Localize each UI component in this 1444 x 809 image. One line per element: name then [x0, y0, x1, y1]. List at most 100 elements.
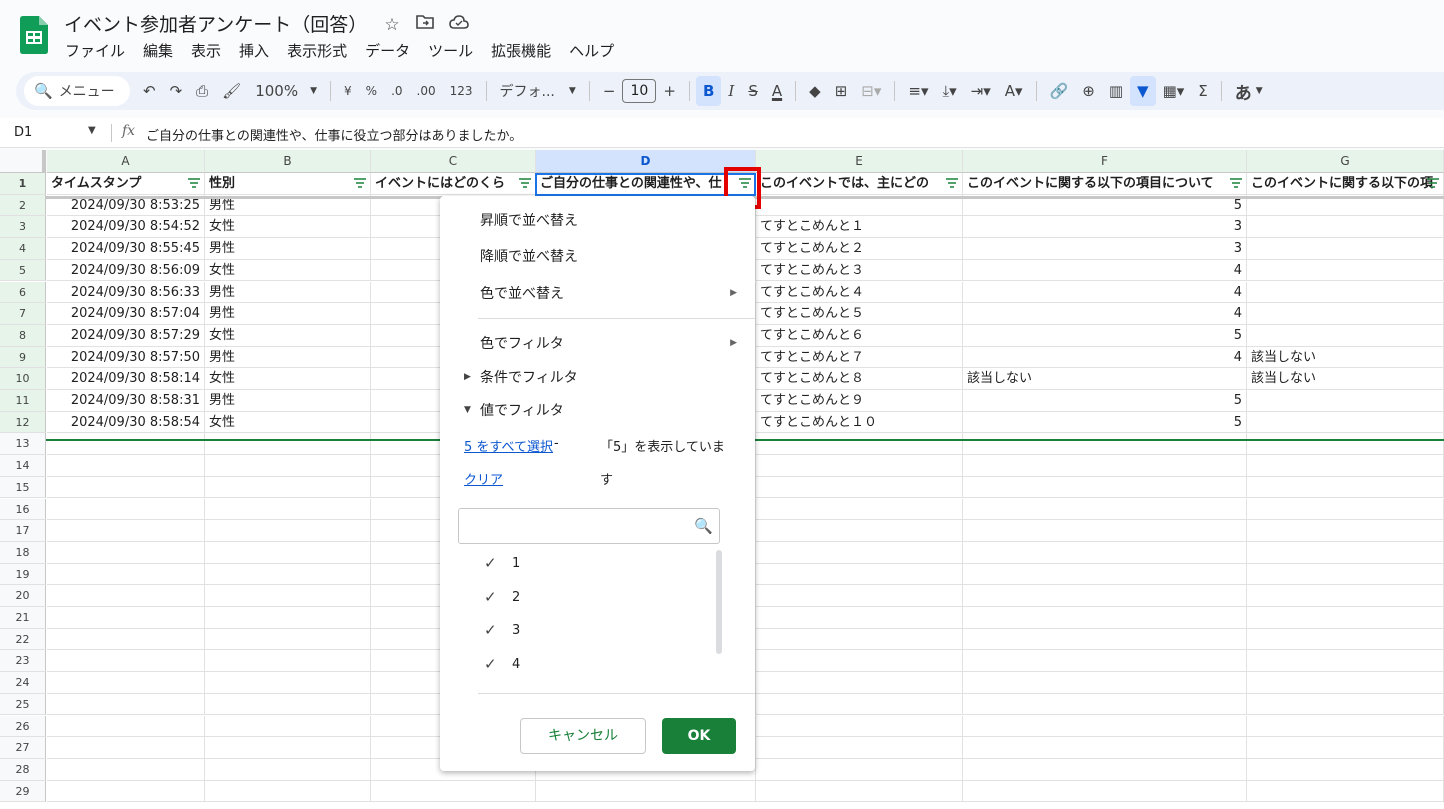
- text-color-button[interactable]: A: [765, 76, 789, 106]
- empty-cell[interactable]: [47, 672, 205, 694]
- menu-tools[interactable]: ツール: [419, 40, 482, 64]
- empty-cell[interactable]: [1247, 498, 1444, 521]
- empty-cell[interactable]: [205, 498, 371, 521]
- empty-cell[interactable]: [47, 628, 205, 651]
- empty-cell[interactable]: [756, 715, 963, 738]
- search-menus-button[interactable]: 🔍 メニュー: [24, 76, 130, 106]
- empty-cell[interactable]: [371, 780, 536, 803]
- column-header-a[interactable]: A: [47, 150, 205, 173]
- empty-cell[interactable]: [205, 628, 371, 651]
- table-cell[interactable]: 2024/09/30 8:55:45: [47, 238, 205, 260]
- empty-cell[interactable]: [205, 693, 371, 716]
- table-cell[interactable]: 該当しない: [1247, 368, 1444, 390]
- menu-insert[interactable]: 挿入: [230, 40, 278, 64]
- table-cell[interactable]: [1247, 238, 1444, 260]
- row-header[interactable]: 8: [0, 324, 46, 347]
- sheets-logo-icon[interactable]: [20, 16, 48, 54]
- row-header[interactable]: 9: [0, 346, 46, 369]
- table-cell[interactable]: 男性: [205, 303, 371, 325]
- value-option-label[interactable]: 3: [512, 623, 520, 638]
- table-cell[interactable]: 3: [963, 238, 1247, 260]
- table-cell[interactable]: てすとこめんと７: [756, 346, 963, 369]
- star-icon[interactable]: ☆: [381, 14, 403, 36]
- select-all-corner[interactable]: [0, 150, 46, 173]
- sort-descending-item[interactable]: 降順で並べ替え: [480, 246, 578, 266]
- table-cell[interactable]: [1247, 216, 1444, 239]
- row-header[interactable]: 12: [0, 411, 46, 434]
- empty-cell[interactable]: [205, 650, 371, 673]
- empty-cell[interactable]: [1247, 780, 1444, 803]
- empty-cell[interactable]: [1247, 693, 1444, 716]
- empty-cell[interactable]: [1247, 455, 1444, 477]
- table-cell[interactable]: てすとこめんと９: [756, 390, 963, 412]
- empty-cell[interactable]: [756, 693, 963, 716]
- table-cell[interactable]: 2024/09/30 8:58:31: [47, 390, 205, 412]
- row-header[interactable]: 20: [0, 585, 46, 607]
- empty-cell[interactable]: [963, 520, 1247, 542]
- header-cell[interactable]: このイベントに関する以下の項: [1247, 173, 1444, 195]
- column-header-f[interactable]: F: [963, 150, 1247, 173]
- font-size-increase-button[interactable]: +: [656, 76, 683, 106]
- table-cell[interactable]: てすとこめんと１０: [756, 411, 963, 434]
- empty-cell[interactable]: [205, 607, 371, 629]
- table-cell[interactable]: 女性: [205, 411, 371, 434]
- empty-cell[interactable]: [1247, 650, 1444, 673]
- empty-cell[interactable]: [963, 672, 1247, 694]
- empty-cell[interactable]: [1247, 476, 1444, 499]
- empty-cell[interactable]: [536, 780, 756, 803]
- zoom-select[interactable]: 100% ▼: [248, 76, 324, 106]
- table-cell[interactable]: 3: [963, 216, 1247, 239]
- table-cell[interactable]: 男性: [205, 390, 371, 412]
- table-cell[interactable]: 女性: [205, 324, 371, 347]
- empty-cell[interactable]: [963, 758, 1247, 781]
- column-filter-icon[interactable]: [1230, 178, 1242, 190]
- value-search-input[interactable]: 🔍: [458, 508, 720, 544]
- column-filter-icon[interactable]: [519, 178, 531, 190]
- table-cell[interactable]: 4: [963, 281, 1247, 304]
- functions-icon[interactable]: Σ: [1191, 76, 1214, 106]
- empty-cell[interactable]: [756, 650, 963, 673]
- empty-cell[interactable]: [1247, 433, 1444, 456]
- column-filter-icon[interactable]: [1427, 178, 1439, 190]
- filter-views-icon[interactable]: ▦▾: [1156, 76, 1192, 106]
- row-header[interactable]: 27: [0, 737, 46, 759]
- table-cell[interactable]: 5: [963, 324, 1247, 347]
- filter-by-color-item[interactable]: 色でフィルタ: [480, 333, 564, 353]
- empty-cell[interactable]: [756, 585, 963, 607]
- filter-icon[interactable]: ▼: [1130, 76, 1156, 106]
- empty-cell[interactable]: [205, 455, 371, 477]
- cloud-status-icon[interactable]: [448, 14, 470, 36]
- borders-icon[interactable]: ⊞: [828, 76, 855, 106]
- insert-chart-icon[interactable]: ▥: [1102, 76, 1130, 106]
- bold-button[interactable]: B: [695, 76, 722, 106]
- table-cell[interactable]: 該当しない: [963, 368, 1247, 390]
- table-cell[interactable]: 2024/09/30 8:57:50: [47, 346, 205, 369]
- checkmark-icon[interactable]: ✓: [484, 554, 497, 572]
- empty-cell[interactable]: [963, 498, 1247, 521]
- empty-cell[interactable]: [205, 780, 371, 803]
- empty-cell[interactable]: [756, 476, 963, 499]
- table-cell[interactable]: てすとこめんと１: [756, 216, 963, 239]
- row-header[interactable]: 24: [0, 672, 46, 694]
- empty-cell[interactable]: [756, 520, 963, 542]
- empty-cell[interactable]: [963, 563, 1247, 586]
- header-cell[interactable]: タイムスタンプ: [47, 173, 205, 195]
- row-header[interactable]: 19: [0, 563, 46, 586]
- table-cell[interactable]: [1247, 259, 1444, 282]
- table-cell[interactable]: てすとこめんと２: [756, 238, 963, 260]
- column-header-e[interactable]: E: [756, 150, 963, 173]
- table-cell[interactable]: 4: [963, 303, 1247, 325]
- empty-cell[interactable]: [963, 780, 1247, 803]
- empty-cell[interactable]: [1247, 607, 1444, 629]
- empty-cell[interactable]: [205, 585, 371, 607]
- value-option-label[interactable]: 1: [512, 556, 520, 571]
- row-header[interactable]: 25: [0, 693, 46, 716]
- empty-cell[interactable]: [963, 650, 1247, 673]
- row-header[interactable]: 17: [0, 520, 46, 542]
- currency-button[interactable]: ¥: [337, 76, 359, 106]
- row-header[interactable]: 29: [0, 780, 46, 803]
- filter-by-values-item[interactable]: 値でフィルタ: [480, 400, 564, 420]
- checkmark-icon[interactable]: ✓: [484, 621, 497, 639]
- row-header[interactable]: 26: [0, 715, 46, 738]
- empty-cell[interactable]: [47, 715, 205, 738]
